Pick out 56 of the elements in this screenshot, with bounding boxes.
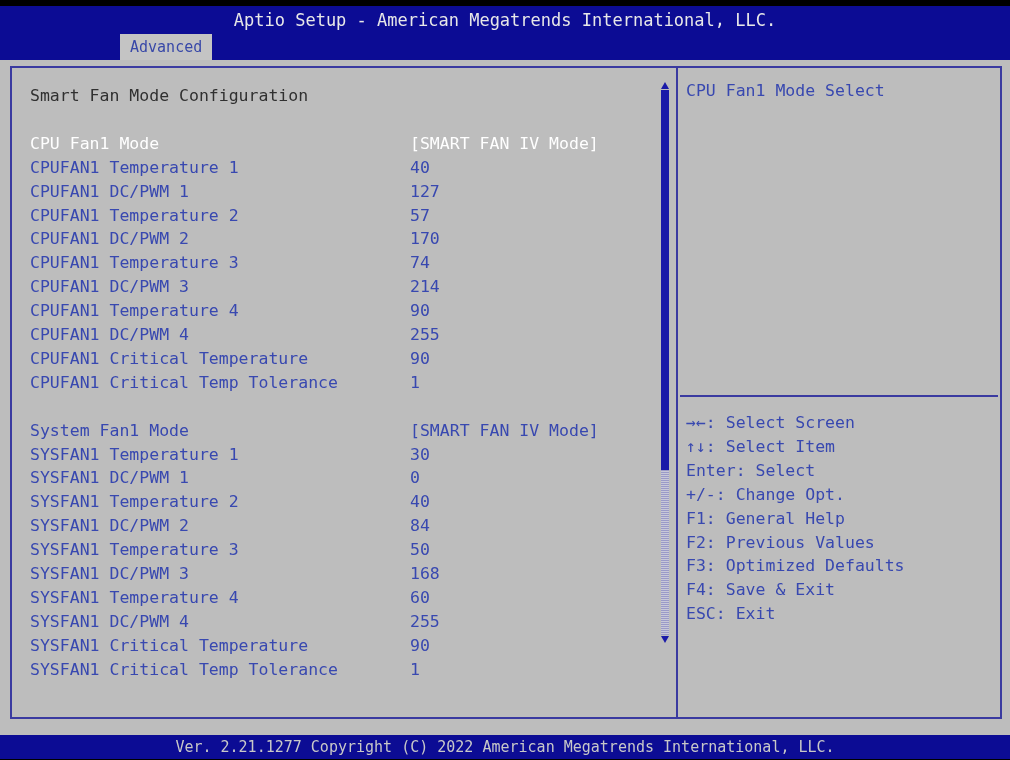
setting-value[interactable]: 1	[410, 657, 420, 682]
setting-value[interactable]: 57	[410, 203, 430, 228]
setting-label[interactable]: CPUFAN1 Temperature 3	[30, 251, 239, 276]
setting-value[interactable]: 214	[410, 275, 440, 300]
setting-label[interactable]: SYSFAN1 Critical Temperature	[30, 633, 309, 658]
setting-label[interactable]: SYSFAN1 Critical Temp Tolerance	[30, 657, 338, 682]
setting-label[interactable]: CPUFAN1 DC/PWM 2	[30, 227, 189, 252]
tab[interactable]: Advanced	[120, 34, 213, 60]
setting-label[interactable]: SYSFAN1 Temperature 3	[30, 538, 239, 563]
setting-label[interactable]: SYSFAN1 Temperature 2	[30, 490, 239, 515]
help-text: CPU Fan1 Mode Select	[686, 80, 886, 102]
key-hint: F3: Optimized Defaults	[686, 555, 906, 578]
setting-label[interactable]: SYSFAN1 DC/PWM 1	[30, 466, 189, 491]
status-bar: Ver. 2.21.1277 Copyright (C) 2022 American Megatrends International, LLC.	[0, 735, 1010, 759]
setting-value[interactable]: 40	[410, 155, 430, 180]
setting-value[interactable]: 90	[410, 299, 430, 324]
setting-label[interactable]: SYSFAN1 DC/PWM 3	[30, 562, 189, 586]
setting-label[interactable]: SYSFAN1 Temperature 4	[30, 586, 239, 610]
section-title: Smart Fan Mode Configuration	[30, 85, 310, 107]
setting-value[interactable]: 1	[410, 370, 420, 395]
setting-value[interactable]: 30	[410, 442, 430, 467]
setting-label[interactable]: CPUFAN1 DC/PWM 1	[30, 179, 189, 204]
setting-label[interactable]: System Fan1 Mode	[30, 418, 189, 443]
setting-value[interactable]: 74	[410, 251, 430, 276]
setting-label[interactable]: SYSFAN1 Temperature 1	[30, 442, 239, 467]
setting-value[interactable]: 168	[410, 562, 440, 586]
setting-label[interactable]: CPUFAN1 DC/PWM 3	[30, 275, 189, 300]
setting-label[interactable]: SYSFAN1 DC/PWM 4	[30, 609, 189, 634]
setting-label[interactable]: CPUFAN1 Temperature 4	[30, 299, 239, 324]
setting-value[interactable]: 90	[410, 346, 430, 371]
key-hint: F2: Previous Values	[686, 531, 876, 554]
key-hint: →←: Select Screen	[686, 412, 856, 434]
setting-value[interactable]: 90	[410, 633, 430, 658]
setting-value[interactable]: 255	[410, 609, 440, 634]
window-title: Aptio Setup - American Megatrends International, LLC.	[233, 9, 777, 32]
setting-label[interactable]: CPUFAN1 Critical Temperature	[30, 346, 309, 371]
setting-value[interactable]: [SMART FAN IV Mode]	[410, 418, 599, 443]
setting-label[interactable]: CPUFAN1 Temperature 1	[30, 155, 239, 180]
setting-value[interactable]: 127	[410, 179, 440, 204]
setting-label[interactable]: CPUFAN1 Critical Temp Tolerance	[30, 370, 338, 395]
setting-value[interactable]: 40	[410, 490, 430, 515]
key-hint: F4: Save & Exit	[686, 579, 836, 602]
key-hint: +/-: Change Opt.	[686, 483, 846, 506]
setting-value[interactable]: 170	[410, 227, 440, 252]
setting-value[interactable]: 60	[410, 586, 430, 610]
setting-label[interactable]: SYSFAN1 DC/PWM 2	[30, 514, 189, 539]
setting-value[interactable]: 255	[410, 323, 440, 347]
key-hint: ESC: Exit	[686, 603, 777, 626]
setting-value[interactable]: 50	[410, 538, 430, 563]
setting-label[interactable]: CPUFAN1 DC/PWM 4	[30, 323, 189, 347]
key-hint: Enter: Select	[686, 459, 817, 482]
setting-value[interactable]: 84	[410, 514, 430, 539]
key-hint: F1: General Help	[686, 507, 846, 530]
setting-value[interactable]: 0	[410, 466, 420, 491]
key-hint: ↑↓: Select Item	[686, 435, 836, 458]
setting-label[interactable]: CPUFAN1 Temperature 2	[30, 203, 239, 228]
